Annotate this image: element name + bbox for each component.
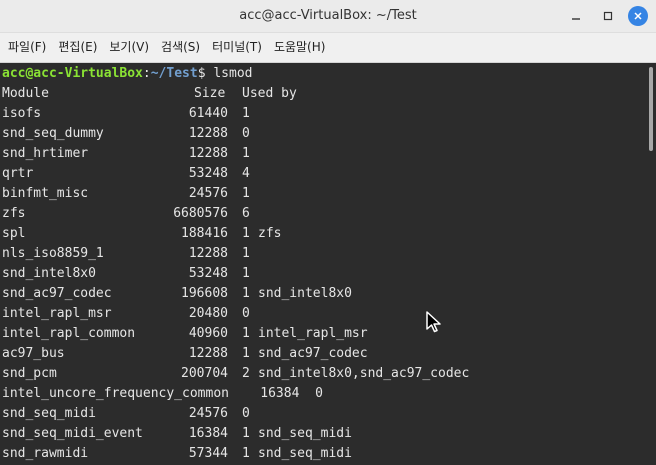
scrollbar-thumb[interactable]	[649, 67, 653, 151]
module-used-by: snd_seq_midi	[258, 446, 352, 461]
table-row: spl 188416 1 zfs	[2, 224, 642, 244]
prompt-command: lsmod	[213, 66, 253, 81]
close-button[interactable]	[628, 6, 648, 26]
module-size: 12288	[188, 126, 228, 141]
module-used-count: 1	[242, 266, 250, 281]
table-row: snd_intel8x0 53248 1	[2, 264, 642, 284]
module-used-by: snd_seq_midi	[258, 426, 352, 441]
module-size: 196608	[181, 286, 228, 301]
module-size: 57344	[188, 446, 228, 461]
prompt-separator: :	[142, 66, 151, 81]
prompt-symbol: $	[197, 66, 214, 81]
module-size: 12288	[188, 246, 228, 261]
module-size: 53248	[188, 166, 228, 181]
window-titlebar[interactable]: acc@acc-VirtualBox: ~/Test	[0, 0, 656, 33]
prompt-path: ~/Test	[150, 66, 198, 81]
prompt-line: acc@acc-VirtualBox:~/Test$ lsmod	[2, 64, 252, 84]
module-used-count: 0	[242, 306, 250, 321]
menu-view[interactable]: 보기(V)	[101, 33, 153, 62]
module-used-count: 0	[242, 406, 250, 421]
minimize-button[interactable]	[566, 6, 586, 26]
module-size: 24576	[188, 186, 228, 201]
close-icon	[634, 12, 642, 20]
module-used-count: 1	[242, 326, 250, 341]
module-used-count: 1	[242, 186, 250, 201]
table-row: isofs 61440 1	[2, 104, 642, 124]
module-used-count: 1	[242, 426, 250, 441]
table-row-overflow: intel_uncore_frequency_common 16384 0	[2, 386, 323, 401]
minimize-icon	[572, 18, 580, 20]
module-used-by: intel_rapl_msr	[258, 326, 368, 341]
module-used-count: 0	[242, 126, 250, 141]
header-used-by: Used by	[242, 86, 297, 101]
module-size: 20480	[188, 306, 228, 321]
maximize-button[interactable]	[598, 6, 618, 26]
header-module: Module	[2, 86, 49, 101]
menu-bar: 파일(F) 편집(E) 보기(V) 검색(S) 터미널(T) 도움말(H)	[0, 33, 656, 63]
module-used-by: snd_intel8x0	[258, 286, 352, 301]
table-row: snd_seq_midi 24576 0	[2, 404, 642, 424]
table-header: Module Size Used by	[2, 84, 642, 104]
module-used-count: 1	[242, 346, 250, 361]
module-size: 12288	[188, 346, 228, 361]
table-row: nls_iso8859_1 12288 1	[2, 244, 642, 264]
module-size: 6680576	[173, 206, 228, 221]
menu-search[interactable]: 검색(S)	[153, 33, 204, 62]
module-size: 188416	[181, 226, 228, 241]
module-size: 61440	[188, 106, 228, 121]
module-used-count: 4	[242, 166, 250, 181]
window-title: acc@acc-VirtualBox: ~/Test	[239, 8, 417, 23]
menu-file[interactable]: 파일(F)	[0, 33, 50, 62]
table-row: ac97_bus 12288 1 snd_ac97_codec	[2, 344, 642, 364]
table-row: snd_hrtimer 12288 1	[2, 144, 642, 164]
header-size: Size	[194, 86, 226, 101]
module-used-count: 1	[242, 246, 250, 261]
table-row: qrtr 53248 4	[2, 164, 642, 184]
scrollbar[interactable]	[646, 63, 656, 465]
module-used-count: 6	[242, 206, 250, 221]
module-used-by: snd_ac97_codec	[258, 346, 368, 361]
module-used-count: 1	[242, 106, 250, 121]
table-row: snd_rawmidi 57344 1 snd_seq_midi	[2, 444, 642, 464]
table-row: snd_seq_dummy 12288 0	[2, 124, 642, 144]
menu-terminal[interactable]: 터미널(T)	[204, 33, 266, 62]
table-row: intel_rapl_msr 20480 0	[2, 304, 642, 324]
module-size: 200704	[181, 366, 228, 381]
module-used-by: zfs	[258, 226, 282, 241]
module-used-count: 1	[242, 146, 250, 161]
table-row: snd_pcm 200704 2 snd_intel8x0,snd_ac97_code…	[2, 364, 642, 384]
terminal-output[interactable]: acc@acc-VirtualBox:~/Test$ lsmod Module …	[0, 63, 646, 465]
mouse-cursor-icon	[426, 311, 441, 333]
module-used-count: 1	[242, 286, 250, 301]
module-size: 53248	[188, 266, 228, 281]
module-size: 40960	[188, 326, 228, 341]
module-size: 24576	[188, 406, 228, 421]
module-size: 16384	[188, 426, 228, 441]
table-row: intel_rapl_common 40960 1 intel_rapl_msr	[2, 324, 642, 344]
module-size: 12288	[188, 146, 228, 161]
table-row: snd_seq_midi_event 16384 1 snd_seq_midi	[2, 424, 642, 444]
module-used-count: 1	[242, 226, 250, 241]
module-used-by: snd_intel8x0,snd_ac97_codec	[258, 366, 470, 381]
module-used-count: 2	[242, 366, 250, 381]
table-row: binfmt_misc 24576 1	[2, 184, 642, 204]
table-row: zfs 6680576 6	[2, 204, 642, 224]
maximize-icon	[603, 11, 613, 21]
module-used-count: 1	[242, 446, 250, 461]
prompt-user-host: acc@acc-VirtualBox	[2, 66, 143, 81]
menu-edit[interactable]: 편집(E)	[50, 33, 101, 62]
menu-help[interactable]: 도움말(H)	[266, 33, 330, 62]
table-row: snd_ac97_codec 196608 1 snd_intel8x0	[2, 284, 642, 304]
